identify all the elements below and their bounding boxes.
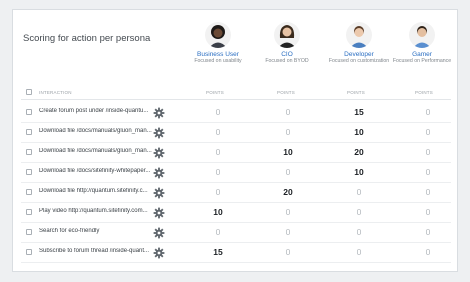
points-value[interactable]: 10 (203, 207, 233, 217)
persona-name: Developer (344, 51, 374, 58)
interaction-name: Download file /docs/manuals/gluon_man... (39, 128, 152, 134)
points-value[interactable]: 15 (344, 107, 374, 117)
points-value[interactable]: 0 (413, 187, 443, 197)
gear-icon[interactable] (153, 126, 165, 139)
page-title: Scoring for action per persona (23, 33, 151, 44)
select-all-checkbox[interactable] (26, 89, 32, 95)
gear-icon[interactable] (153, 146, 165, 159)
points-value[interactable]: 0 (273, 127, 303, 137)
row-checkbox[interactable] (26, 229, 32, 235)
points-column-header: POINTS (347, 90, 365, 95)
points-value[interactable]: 0 (203, 187, 233, 197)
row-checkbox[interactable] (26, 249, 32, 255)
persona-gamer[interactable]: Gamer Focused on Performance (389, 22, 455, 64)
points-value[interactable]: 0 (203, 227, 233, 237)
table-row[interactable]: Search for eco-friendly 0 0 0 0 (21, 223, 451, 243)
points-value[interactable]: 0 (344, 187, 374, 197)
persona-description: Focused on customization (328, 58, 390, 64)
interaction-name: Play video http://quantum.sitefinity.com… (39, 208, 148, 214)
table-row[interactable]: Play video http://quantum.sitefinity.com… (21, 203, 451, 223)
cio-avatar (274, 22, 300, 48)
interaction-column-header: INTERACTION (39, 90, 72, 95)
points-value[interactable]: 0 (273, 207, 303, 217)
points-value[interactable]: 10 (273, 147, 303, 157)
gear-icon[interactable] (153, 106, 165, 119)
points-value[interactable]: 10 (344, 167, 374, 177)
interaction-name: Download file /docs/manuals/gluon_man... (39, 148, 152, 154)
gear-icon[interactable] (153, 226, 165, 239)
points-value[interactable]: 0 (413, 167, 443, 177)
table-row[interactable]: Download file /docs/manuals/gluon_man...… (21, 123, 451, 143)
table-header: INTERACTION POINTS POINTS POINTS POINTS (21, 86, 451, 100)
points-value[interactable]: 0 (344, 227, 374, 237)
interaction-name: Download file http://quantum.sitefinity.… (39, 188, 148, 194)
gear-icon[interactable] (153, 206, 165, 219)
points-value[interactable]: 10 (344, 127, 374, 137)
persona-cio[interactable]: CIO Focused on BYOD (254, 22, 320, 64)
table-row[interactable]: Create forum post under /inside-quantu..… (21, 103, 451, 123)
table-row[interactable]: Subscribe to forum thread /inside-quant.… (21, 243, 451, 263)
points-value[interactable]: 0 (344, 247, 374, 257)
points-value[interactable]: 0 (413, 227, 443, 237)
points-value[interactable]: 0 (203, 147, 233, 157)
interaction-name: Create forum post under /inside-quantu..… (39, 108, 149, 114)
points-value[interactable]: 0 (273, 227, 303, 237)
row-checkbox[interactable] (26, 149, 32, 155)
row-checkbox[interactable] (26, 209, 32, 215)
row-checkbox[interactable] (26, 169, 32, 175)
points-value[interactable]: 0 (203, 167, 233, 177)
points-value[interactable]: 0 (413, 247, 443, 257)
table-row[interactable]: Download file /docs/sitefinity-whitepape… (21, 163, 451, 183)
points-value[interactable]: 0 (273, 247, 303, 257)
persona-name: Gamer (412, 51, 432, 58)
persona-description: Focused on BYOD (265, 58, 309, 64)
persona-developer[interactable]: Developer Focused on customization (326, 22, 392, 64)
points-value[interactable]: 0 (344, 207, 374, 217)
row-checkbox[interactable] (26, 189, 32, 195)
row-checkbox[interactable] (26, 109, 32, 115)
gamer-avatar (409, 22, 435, 48)
table-row[interactable]: Download file /docs/manuals/gluon_man...… (21, 143, 451, 163)
gear-icon[interactable] (153, 246, 165, 259)
points-value[interactable]: 15 (203, 247, 233, 257)
points-value[interactable]: 0 (203, 107, 233, 117)
points-value[interactable]: 0 (413, 207, 443, 217)
gear-icon[interactable] (153, 166, 165, 179)
interaction-name: Search for eco-friendly (39, 228, 100, 234)
points-value[interactable]: 0 (273, 167, 303, 177)
interaction-name: Subscribe to forum thread /inside-quant.… (39, 248, 150, 254)
points-value[interactable]: 20 (273, 187, 303, 197)
persona-description: Focused on Performance (392, 58, 452, 64)
persona-name: CIO (281, 51, 293, 58)
points-column-header: POINTS (277, 90, 295, 95)
persona-name: Business User (197, 51, 239, 58)
persona-description: Focused on usability (194, 58, 242, 64)
points-value[interactable]: 0 (413, 107, 443, 117)
row-checkbox[interactable] (26, 129, 32, 135)
points-column-header: POINTS (206, 90, 224, 95)
table-row[interactable]: Download file http://quantum.sitefinity.… (21, 183, 451, 203)
points-value[interactable]: 0 (413, 147, 443, 157)
points-value[interactable]: 0 (203, 127, 233, 137)
gear-icon[interactable] (153, 186, 165, 199)
persona-business-user[interactable]: Business User Focused on usability (185, 22, 251, 64)
points-value[interactable]: 20 (344, 147, 374, 157)
points-value[interactable]: 0 (273, 107, 303, 117)
business-user-avatar (205, 22, 231, 48)
interaction-name: Download file /docs/sitefinity-whitepape… (39, 168, 151, 174)
points-column-header: POINTS (415, 90, 433, 95)
developer-avatar (346, 22, 372, 48)
points-value[interactable]: 0 (413, 127, 443, 137)
